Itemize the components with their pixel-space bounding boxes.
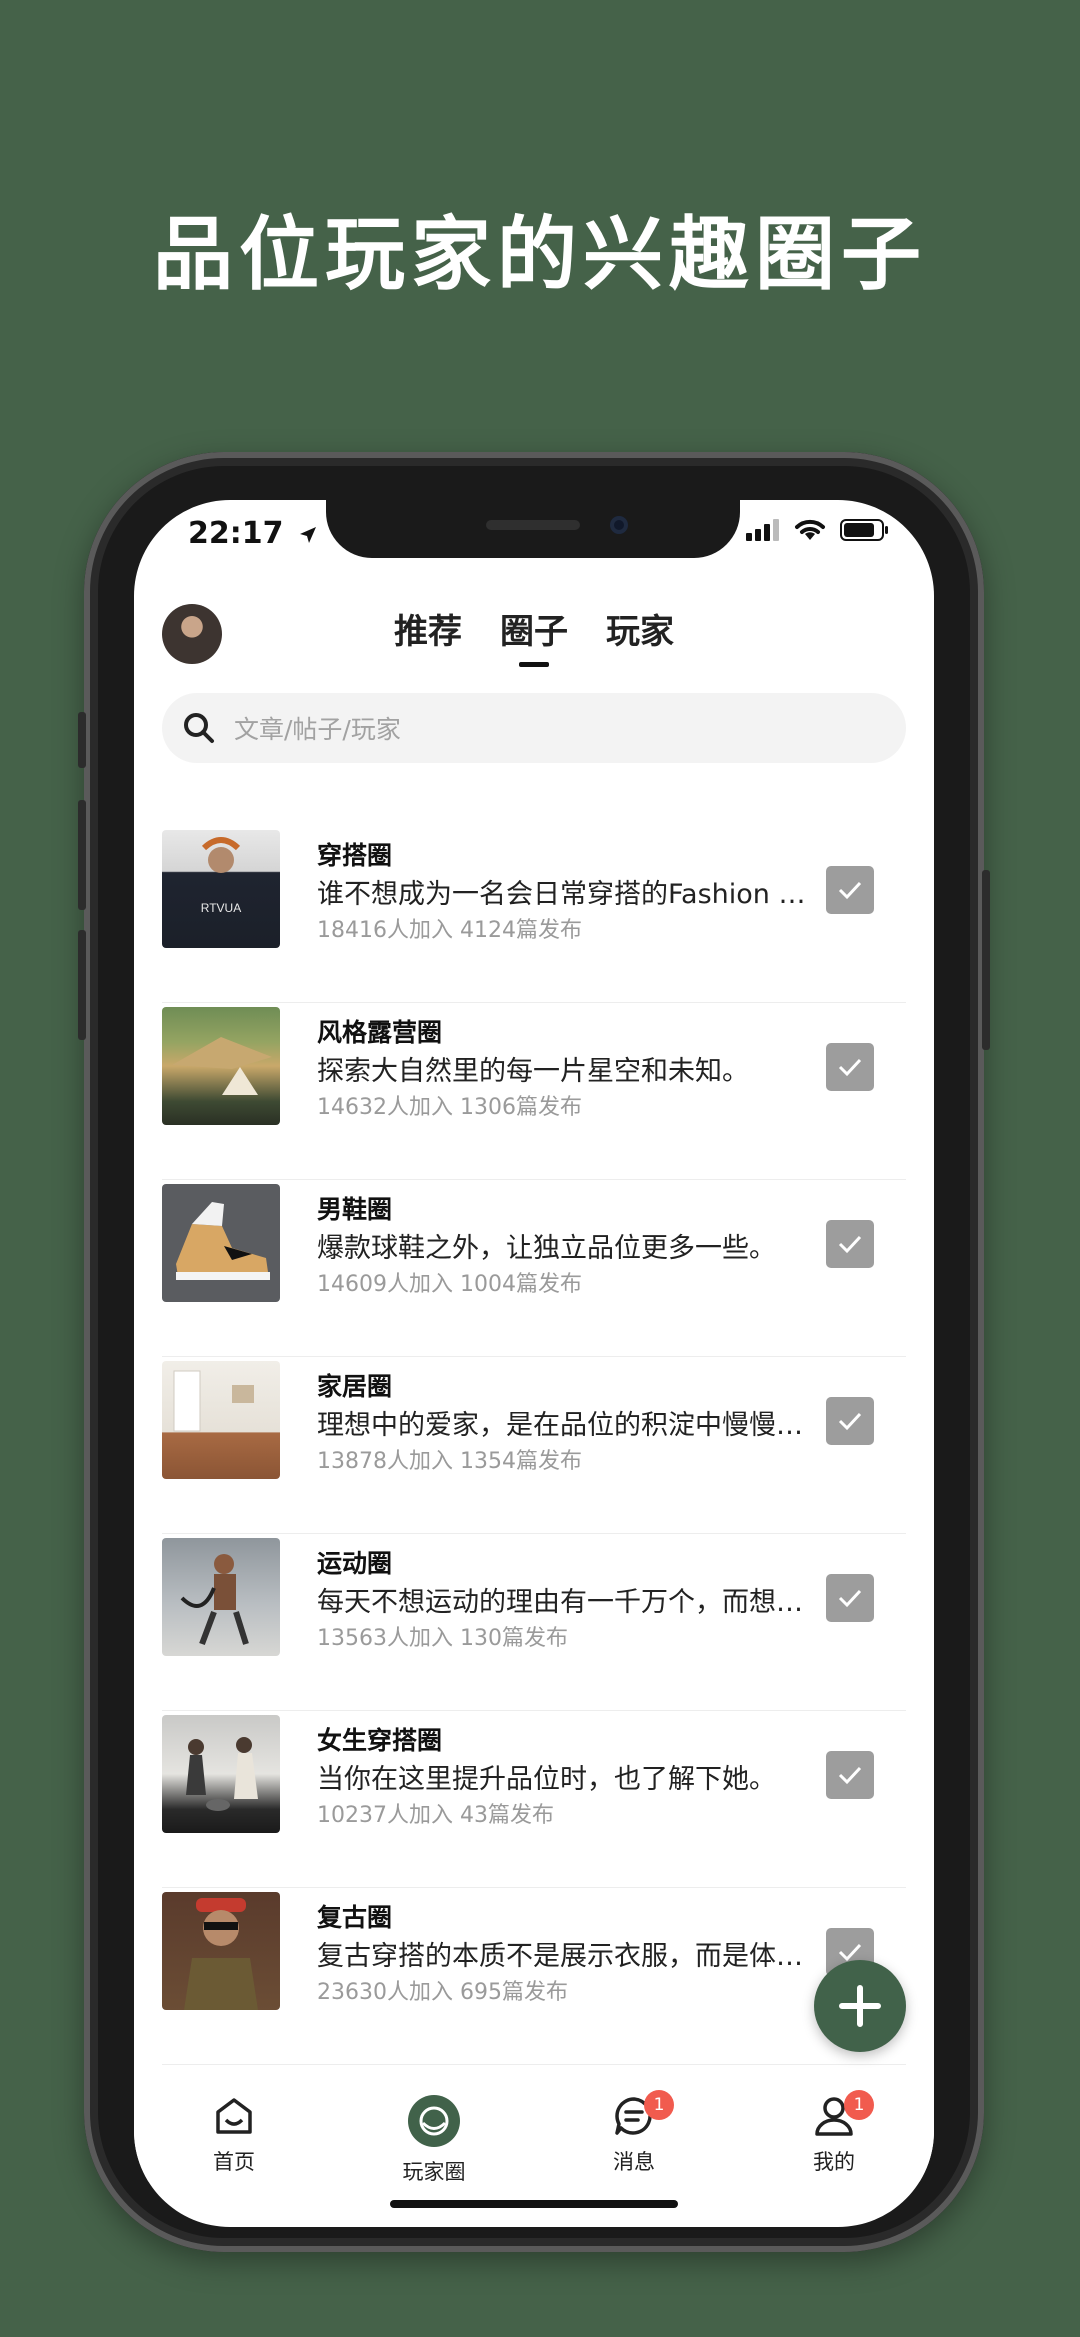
tab-players[interactable]: 玩家 <box>606 604 674 663</box>
circle-description: 理想中的爱家，是在品位的积淀中慢慢打造 <box>317 1410 812 1441</box>
circle-title: 穿搭圈 <box>317 841 393 870</box>
battery-icon <box>840 519 888 541</box>
circle-stats: 13563人加入 130篇发布 <box>317 1626 568 1651</box>
power-button <box>982 870 990 1050</box>
circle-stats: 18416人加入 4124篇发布 <box>317 918 582 943</box>
circle-list: RTVUA 穿搭圈 谁不想成为一名会日常穿搭的Fashion Guy 18416… <box>162 826 906 2065</box>
circle-title: 风格露营圈 <box>317 1018 443 1047</box>
tabbar-item-messages[interactable]: 1 消息 <box>574 2090 694 2176</box>
search-bar[interactable]: 文章/帖子/玩家 <box>162 693 906 763</box>
circle-thumbnail <box>162 1361 280 1479</box>
notch <box>326 500 740 558</box>
circle-row[interactable]: 运动圈 每天不想运动的理由有一千万个，而想运动的 13563人加入 130篇发布 <box>162 1534 906 1711</box>
circle-thumbnail <box>162 1184 280 1302</box>
tabbar-label: 首页 <box>213 2150 255 2174</box>
circle-thumbnail <box>162 1007 280 1125</box>
circle-description: 谁不想成为一名会日常穿搭的Fashion Guy <box>317 879 812 910</box>
circle-description: 每天不想运动的理由有一千万个，而想运动的 <box>317 1587 812 1618</box>
circle-thumbnail: RTVUA <box>162 830 280 948</box>
home-icon <box>216 2098 252 2134</box>
circle-row[interactable]: 复古圈 复古穿搭的本质不是展示衣服，而是体现态度 23630人加入 695篇发布 <box>162 1888 906 2065</box>
circle-title: 男鞋圈 <box>317 1195 393 1224</box>
circle-title: 复古圈 <box>317 1903 393 1932</box>
tabbar-item-home[interactable]: 首页 <box>174 2094 294 2176</box>
circle-stats: 10237人加入 43篇发布 <box>317 1803 554 1828</box>
top-tabs: 推荐 圈子 玩家 <box>134 604 934 667</box>
checkmark-icon <box>838 1943 862 1962</box>
add-post-button[interactable] <box>814 1960 906 2052</box>
checkmark-icon <box>838 1412 862 1431</box>
checkmark-icon <box>838 881 862 900</box>
signal-icon <box>746 519 779 541</box>
circle-thumbnail <box>162 1892 280 2010</box>
headline: 品位玩家的兴趣圈子 <box>153 208 927 301</box>
tab-recommend[interactable]: 推荐 <box>394 604 462 663</box>
circle-row[interactable]: 女生穿搭圈 当你在这里提升品位时，也了解下她。 10237人加入 43篇发布 <box>162 1711 906 1888</box>
join-checkbox[interactable] <box>826 1220 874 1268</box>
phone-screen: 22:17 推荐 圈子 玩家 文章/帖子/玩家 RTVUA 穿搭圈 谁不想成为一… <box>134 500 934 2227</box>
mute-switch <box>78 712 86 768</box>
status-time: 22:17 <box>188 516 318 551</box>
circle-icon <box>408 2095 460 2147</box>
checkmark-icon <box>838 1058 862 1077</box>
status-icons <box>746 518 890 542</box>
circle-thumbnail <box>162 1538 280 1656</box>
join-checkbox[interactable] <box>826 1043 874 1091</box>
checkmark-icon <box>838 1235 862 1254</box>
plus-icon <box>839 1985 881 2027</box>
tabbar-item-circle[interactable]: 玩家圈 <box>374 2094 494 2186</box>
circle-row[interactable]: 家居圈 理想中的爱家，是在品位的积淀中慢慢打造 13878人加入 1354篇发布 <box>162 1357 906 1534</box>
join-checkbox[interactable] <box>826 1751 874 1799</box>
circle-stats: 14632人加入 1306篇发布 <box>317 1095 582 1120</box>
circle-title: 家居圈 <box>317 1372 393 1401</box>
circle-description: 爆款球鞋之外，让独立品位更多一些。 <box>317 1233 776 1264</box>
tabbar-label: 我的 <box>813 2150 855 2174</box>
circle-stats: 13878人加入 1354篇发布 <box>317 1449 582 1474</box>
volume-up-button <box>78 800 86 910</box>
search-placeholder: 文章/帖子/玩家 <box>234 715 401 744</box>
circle-row[interactable]: 男鞋圈 爆款球鞋之外，让独立品位更多一些。 14609人加入 1004篇发布 <box>162 1180 906 1357</box>
circle-row[interactable]: RTVUA 穿搭圈 谁不想成为一名会日常穿搭的Fashion Guy 18416… <box>162 826 906 1003</box>
circle-description: 当你在这里提升品位时，也了解下她。 <box>317 1764 776 1795</box>
bottom-tabbar: 首页 玩家圈 1 消息 1 我的 <box>134 2082 934 2184</box>
tabbar-item-profile[interactable]: 1 我的 <box>774 2090 894 2176</box>
front-camera <box>610 516 628 534</box>
location-arrow-icon <box>299 526 316 543</box>
circle-description: 探索大自然里的每一片星空和未知。 <box>317 1056 749 1087</box>
home-indicator <box>390 2200 678 2208</box>
circle-stats: 14609人加入 1004篇发布 <box>317 1272 582 1297</box>
notification-badge: 1 <box>644 2090 674 2120</box>
tab-circles[interactable]: 圈子 <box>500 604 568 667</box>
tabbar-label: 消息 <box>613 2150 655 2174</box>
circle-row[interactable]: 风格露营圈 探索大自然里的每一片星空和未知。 14632人加入 1306篇发布 <box>162 1003 906 1180</box>
join-checkbox[interactable] <box>826 1397 874 1445</box>
circle-title: 运动圈 <box>317 1549 393 1578</box>
speaker <box>486 520 580 530</box>
join-checkbox[interactable] <box>826 866 874 914</box>
svg-text:RTVUA: RTVUA <box>201 901 241 915</box>
circle-title: 女生穿搭圈 <box>317 1726 443 1755</box>
checkmark-icon <box>838 1766 862 1785</box>
wifi-icon <box>795 519 825 540</box>
volume-down-button <box>78 930 86 1040</box>
tabbar-label: 玩家圈 <box>402 2160 466 2184</box>
circle-thumbnail <box>162 1715 280 1833</box>
search-icon <box>184 713 214 743</box>
checkmark-icon <box>838 1589 862 1608</box>
circle-description: 复古穿搭的本质不是展示衣服，而是体现态度 <box>317 1941 812 1972</box>
notification-badge: 1 <box>844 2090 874 2120</box>
join-checkbox[interactable] <box>826 1574 874 1622</box>
circle-stats: 23630人加入 695篇发布 <box>317 1980 568 2005</box>
